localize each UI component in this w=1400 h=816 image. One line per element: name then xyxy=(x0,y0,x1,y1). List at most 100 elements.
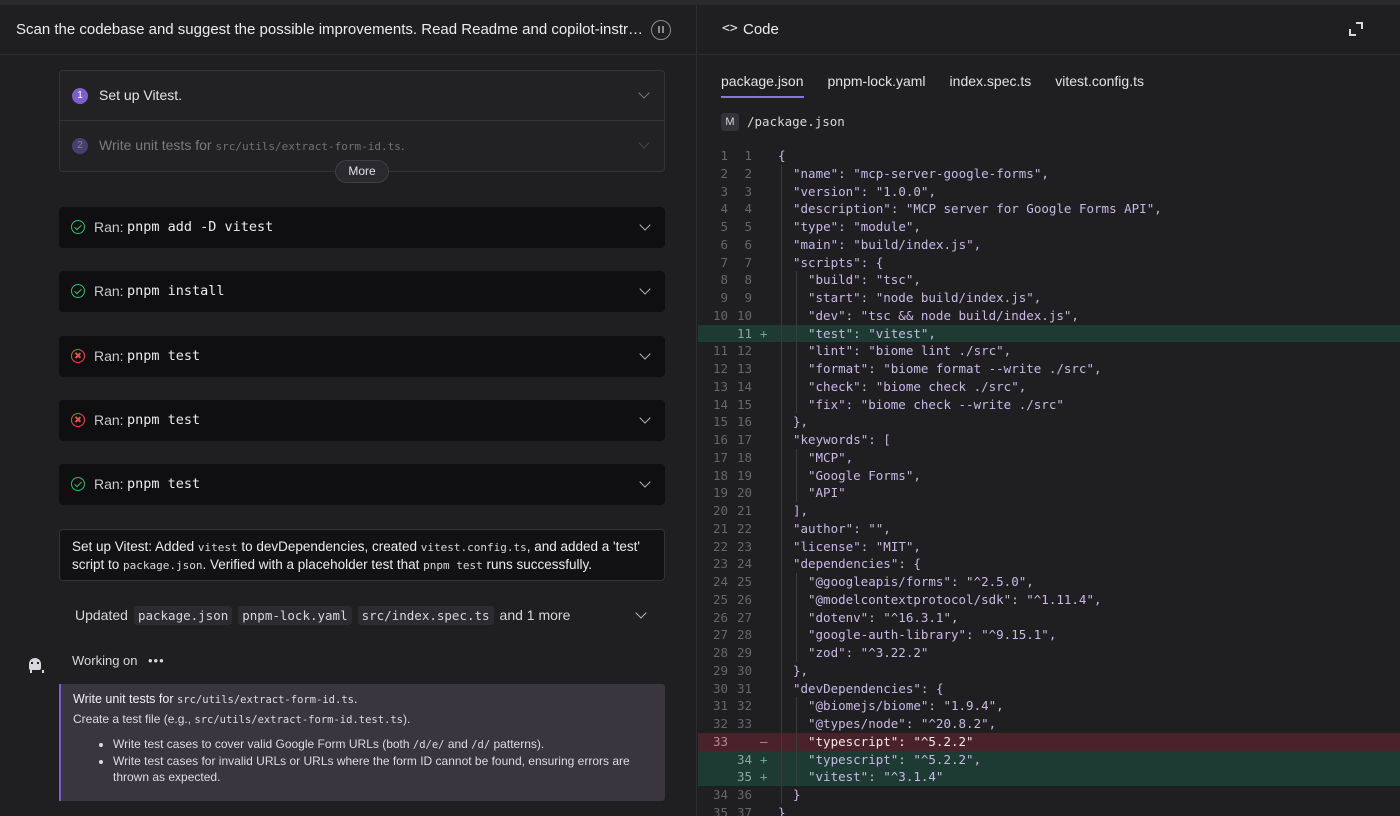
check-circle-icon xyxy=(71,220,85,234)
code-text: "lint": "biome lint ./src", xyxy=(808,343,1012,359)
chevron-down-icon[interactable] xyxy=(639,348,651,360)
new-line-number: 28 xyxy=(736,627,752,643)
command-run-row[interactable]: Ran: pnpm test xyxy=(59,400,665,441)
command-text: pnpm test xyxy=(127,348,201,364)
modified-badge: M xyxy=(721,113,739,131)
code-text: "google-auth-library": "^9.15.1", xyxy=(808,627,1057,643)
file-chip[interactable]: package.json xyxy=(133,605,233,625)
error-circle-icon xyxy=(71,349,85,363)
command-run-row[interactable]: Ran: pnpm add -D vitest xyxy=(59,207,665,248)
old-line-number: 17 xyxy=(712,449,728,465)
minus-icon: — xyxy=(760,733,768,749)
new-line-number: 22 xyxy=(736,520,752,536)
command-run-row[interactable]: Ran: pnpm install xyxy=(59,271,665,312)
code-line: 3 3 "version": "1.0.0", xyxy=(698,182,1400,201)
ran-label: Ran: xyxy=(94,219,124,235)
code-text: "description": "MCP server for Google Fo… xyxy=(793,201,1162,217)
old-line-number: 15 xyxy=(712,414,728,430)
old-line-number: 11 xyxy=(712,343,728,359)
file-tabs: package.json pnpm-lock.yaml index.spec.t… xyxy=(721,73,1168,99)
code-title: Code xyxy=(743,21,779,38)
current-task-bullets: Write test cases to cover valid Google F… xyxy=(73,736,653,785)
old-line-number: 7 xyxy=(720,254,728,270)
chevron-down-icon[interactable] xyxy=(635,607,647,619)
code-line: 24 25 "@googleapis/forms": "^2.5.0", xyxy=(698,573,1400,591)
old-line-number: 28 xyxy=(712,645,728,660)
new-line-number: 15 xyxy=(736,396,752,412)
list-item: Write test cases to cover valid Google F… xyxy=(113,736,653,753)
file-chip[interactable]: src/index.spec.ts xyxy=(357,605,494,625)
tab-package-json[interactable]: package.json xyxy=(721,73,804,98)
ran-label: Ran: xyxy=(94,476,124,492)
list-item: Write test cases for invalid URLs or URL… xyxy=(113,753,653,785)
code-text: "dependencies": { xyxy=(793,556,921,572)
new-line-number: 37 xyxy=(736,804,752,816)
new-line-number: 24 xyxy=(736,556,752,572)
old-line-number: 29 xyxy=(712,662,728,678)
code-line: 29 30}, xyxy=(698,661,1400,680)
new-line-number: 11 xyxy=(736,325,752,341)
code-line: 27 28 "google-auth-library": "^9.15.1", xyxy=(698,626,1400,644)
code-text: "check": "biome check ./src", xyxy=(808,378,1027,394)
new-line-number: 21 xyxy=(736,503,752,518)
more-options-icon[interactable]: ••• xyxy=(148,653,165,668)
old-line-number: 32 xyxy=(712,716,728,731)
plan-step-1[interactable]: 1 Set up Vitest. xyxy=(60,71,664,121)
tab-vitest-config[interactable]: vitest.config.ts xyxy=(1055,73,1144,98)
code-line: 23 24 "dependencies": { xyxy=(698,555,1400,573)
command-run-row[interactable]: Ran: pnpm test xyxy=(59,336,665,377)
pause-icon[interactable] xyxy=(651,20,671,40)
new-line-number: 36 xyxy=(736,787,752,802)
chevron-down-icon[interactable] xyxy=(639,283,651,295)
code-text: } xyxy=(793,787,801,802)
error-circle-icon xyxy=(71,413,85,427)
code-line: 7 7 "scripts": { xyxy=(698,253,1400,272)
chevron-down-icon[interactable] xyxy=(639,476,651,488)
command-run-row[interactable]: Ran: pnpm test xyxy=(59,464,665,505)
code-line: 8 8 "build": "tsc", xyxy=(698,271,1400,289)
old-line-number: 23 xyxy=(712,556,728,572)
plus-icon: + xyxy=(760,751,768,767)
old-line-number: 14 xyxy=(712,396,728,412)
code-text: ], xyxy=(793,503,809,518)
plus-icon: + xyxy=(760,325,768,341)
file-chip[interactable]: pnpm-lock.yaml xyxy=(238,605,352,625)
code-line: 35 + "vitest": "^3.1.4" xyxy=(698,768,1400,786)
code-line: 10 10 "dev": "tsc && node build/index.js", xyxy=(698,306,1400,325)
step-label: Set up Vitest. xyxy=(99,87,183,103)
current-task-card: Write unit tests for src/utils/extract-f… xyxy=(59,684,665,801)
chevron-down-icon[interactable] xyxy=(639,412,651,424)
chevron-down-icon[interactable] xyxy=(639,219,651,231)
chevron-down-icon[interactable] xyxy=(638,137,650,149)
step-label: Write unit tests for src/utils/extract-f… xyxy=(99,137,405,153)
more-button[interactable]: More xyxy=(335,160,389,183)
step-number: 1 xyxy=(72,88,88,104)
code-text: "@googleapis/forms": "^2.5.0", xyxy=(808,574,1034,589)
new-line-number: 31 xyxy=(736,680,752,696)
code-line: 4 4 "description": "MCP server for Google … xyxy=(698,200,1400,218)
updated-files-row[interactable]: Updated package.json pnpm-lock.yaml src/… xyxy=(75,604,570,626)
new-line-number: 29 xyxy=(736,645,752,660)
check-circle-icon xyxy=(71,284,85,298)
code-line: 11 + "test": "vitest", xyxy=(698,324,1400,343)
new-line-number: 20 xyxy=(736,485,752,501)
code-text: }, xyxy=(793,414,809,430)
command-text: pnpm install xyxy=(127,283,225,299)
check-circle-icon xyxy=(71,477,85,491)
old-line-number: 20 xyxy=(712,503,728,518)
current-task-description: Create a test file (e.g., src/utils/extr… xyxy=(73,712,411,726)
tab-index-spec[interactable]: index.spec.ts xyxy=(950,73,1032,98)
code-text: "start": "node build/index.js", xyxy=(808,290,1042,305)
code-line: 14 15 "fix": "biome check --write ./src" xyxy=(698,395,1400,414)
code-line: 16 17 "keywords": [ xyxy=(698,431,1400,449)
tab-pnpm-lock[interactable]: pnpm-lock.yaml xyxy=(828,73,926,98)
code-text: "API" xyxy=(808,485,846,501)
code-line: 31 32 "@biomejs/biome": "1.9.4", xyxy=(698,697,1400,715)
code-text: "MCP", xyxy=(808,449,854,465)
chevron-down-icon[interactable] xyxy=(638,87,650,99)
code-line: 6 6 "main": "build/index.js", xyxy=(698,235,1400,254)
code-line: 30 31 "devDependencies": { xyxy=(698,679,1400,698)
code-line: 13 14 "check": "biome check ./src", xyxy=(698,377,1400,396)
new-line-number: 23 xyxy=(736,538,752,554)
expand-icon[interactable] xyxy=(1349,22,1363,36)
